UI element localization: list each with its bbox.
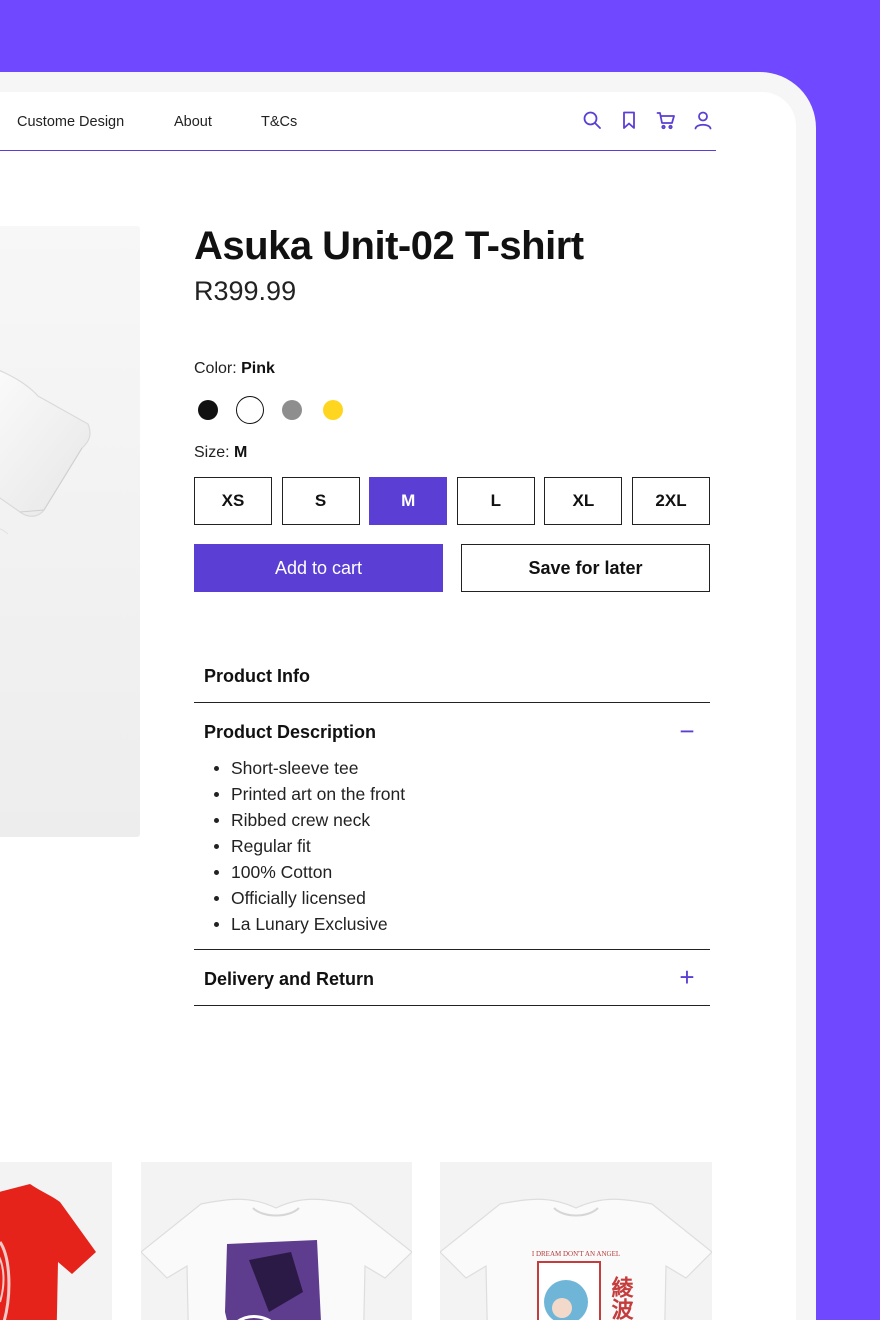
delivery-return-header[interactable]: Delivery and Return	[204, 969, 374, 990]
description-item: 100% Cotton	[214, 859, 405, 885]
accordion-divider	[194, 702, 710, 703]
color-swatch-white[interactable]	[236, 396, 264, 424]
print-kanji: 綾波	[608, 1275, 634, 1320]
product-title: Asuka Unit-02 T-shirt	[194, 224, 584, 268]
nav-link-custom-design[interactable]: Custome Design	[17, 114, 124, 130]
nav-icon-group	[582, 110, 713, 130]
expand-plus-icon[interactable]: +	[676, 964, 698, 990]
user-icon[interactable]	[693, 110, 713, 130]
browser-screen: Custome Design About T&Cs Asuka Unit-02 …	[0, 92, 796, 1320]
bookmark-icon[interactable]	[619, 110, 639, 130]
description-item: Printed art on the front	[214, 781, 405, 807]
size-option-m[interactable]: M	[369, 477, 448, 525]
save-for-later-button[interactable]: Save for later	[461, 544, 710, 592]
size-label-text: Size:	[194, 444, 235, 461]
related-product-card-red[interactable]	[0, 1162, 112, 1320]
product-info-header[interactable]: Product Info	[204, 666, 310, 687]
product-image	[0, 226, 140, 837]
collapse-minus-icon[interactable]: −	[676, 718, 698, 744]
description-item: Short-sleeve tee	[214, 755, 405, 781]
size-label: Size: M	[194, 444, 247, 462]
color-swatch-yellow[interactable]	[323, 400, 343, 420]
add-to-cart-button[interactable]: Add to cart	[194, 544, 443, 592]
selected-size-value: M	[234, 444, 248, 461]
size-option-xl[interactable]: XL	[544, 477, 623, 525]
accordion-divider	[194, 949, 710, 950]
search-icon[interactable]	[582, 110, 602, 130]
size-option-s[interactable]: S	[281, 477, 360, 525]
print-caption: I DREAM DON'T AN ANGEL	[532, 1250, 620, 1258]
product-price: R399.99	[194, 276, 297, 306]
eva-print-tshirt-image	[141, 1198, 412, 1320]
nav-link-terms[interactable]: T&Cs	[261, 114, 297, 130]
accordion-divider	[194, 1005, 710, 1006]
red-tshirt-image	[0, 1184, 96, 1320]
description-item: La Lunary Exclusive	[214, 911, 405, 937]
size-option-l[interactable]: L	[456, 477, 535, 525]
rei-print-tshirt-image: I DREAM DON'T AN ANGEL 綾波	[440, 1198, 712, 1320]
color-swatch-grey[interactable]	[282, 400, 302, 420]
product-description-list: Short-sleeve tee Printed art on the fron…	[214, 755, 405, 937]
color-label: Color: Pink	[194, 360, 275, 378]
top-navigation: Custome Design About T&Cs	[0, 92, 716, 151]
selected-color-value: Pink	[241, 360, 275, 377]
description-item: Ribbed crew neck	[214, 807, 405, 833]
related-product-card-eva[interactable]	[141, 1162, 412, 1320]
white-tshirt-illustration	[0, 370, 91, 535]
cart-icon[interactable]	[656, 110, 676, 130]
size-option-xs[interactable]: XS	[194, 477, 272, 525]
description-item: Officially licensed	[214, 885, 405, 911]
size-option-2xl[interactable]: 2XL	[632, 477, 710, 525]
description-item: Regular fit	[214, 833, 405, 859]
nav-link-about[interactable]: About	[174, 114, 212, 130]
color-label-text: Color:	[194, 360, 242, 377]
related-product-card-rei[interactable]: I DREAM DON'T AN ANGEL 綾波	[440, 1162, 712, 1320]
color-swatch-black[interactable]	[198, 400, 218, 420]
product-description-header[interactable]: Product Description	[204, 722, 376, 743]
